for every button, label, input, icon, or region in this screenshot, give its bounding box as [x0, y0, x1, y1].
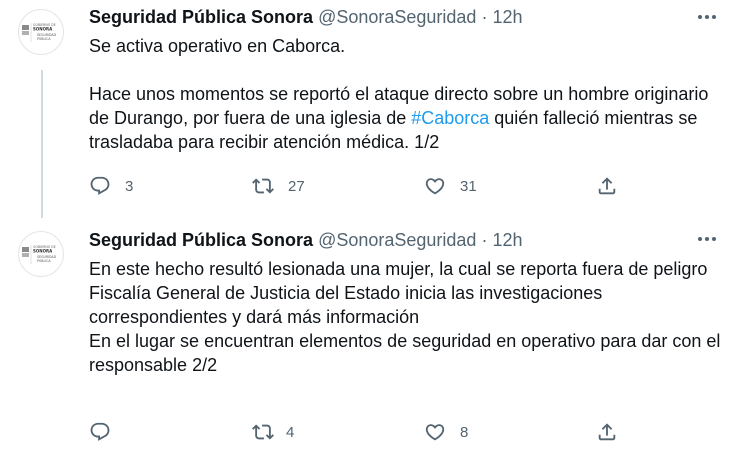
like-count: 31	[460, 177, 477, 195]
user-handle[interactable]: @SonoraSeguridad	[318, 7, 476, 27]
share-icon	[598, 423, 616, 441]
reply-button[interactable]	[89, 420, 125, 444]
avatar[interactable]: GOBIERNO DE SONORA SEGURIDAD PÚBLICA	[18, 9, 64, 55]
tweet-header: Seguridad Pública Sonora @SonoraSegurida…	[89, 229, 523, 251]
avatar-text: PÚBLICA	[37, 36, 51, 41]
heart-icon	[425, 178, 445, 195]
display-name[interactable]: Seguridad Pública Sonora	[89, 230, 313, 250]
retweet-icon	[252, 178, 274, 194]
tweet-text: En este hecho resultó lesionada una muje…	[89, 259, 721, 375]
reply-icon	[90, 422, 110, 441]
timestamp[interactable]: 12h	[492, 230, 522, 250]
tweet[interactable]: GOBIERNO DE SONORA SEGURIDAD PÚBLICA Seg…	[0, 222, 737, 451]
display-name[interactable]: Seguridad Pública Sonora	[89, 7, 313, 27]
reply-icon	[90, 176, 110, 195]
retweet-count: 27	[288, 177, 305, 195]
avatar-text: SONORA	[33, 249, 53, 254]
tweet-text: Se activa operativo en Caborca. Hace uno…	[89, 34, 729, 154]
separator: ·	[481, 230, 488, 250]
separator: ·	[481, 7, 488, 27]
more-icon[interactable]	[695, 6, 719, 28]
reply-button[interactable]: 3	[89, 174, 133, 198]
user-handle[interactable]: @SonoraSeguridad	[318, 230, 476, 250]
tweet-actions: 4 8	[89, 420, 649, 444]
tweet-header: Seguridad Pública Sonora @SonoraSegurida…	[89, 6, 523, 28]
like-count: 8	[460, 423, 469, 441]
avatar-text: PÚBLICA	[37, 258, 51, 263]
reply-count: 3	[125, 177, 134, 195]
retweet-count: 4	[286, 423, 295, 441]
tweet[interactable]: GOBIERNO DE SONORA SEGURIDAD PÚBLICA Seg…	[0, 0, 737, 222]
avatar-text: SONORA	[33, 27, 53, 32]
more-icon[interactable]	[695, 228, 719, 250]
share-button[interactable]	[596, 174, 618, 198]
tweet-actions: 3 27 31	[89, 174, 649, 198]
like-button[interactable]: 31	[424, 174, 477, 198]
retweet-button[interactable]: 4	[252, 420, 294, 444]
heart-icon	[425, 424, 445, 441]
share-button[interactable]	[596, 420, 618, 444]
retweet-icon	[252, 424, 274, 440]
retweet-button[interactable]: 27	[252, 174, 305, 198]
like-button[interactable]: 8	[424, 420, 468, 444]
hashtag-link[interactable]: #Caborca	[411, 108, 489, 128]
share-icon	[598, 177, 616, 195]
thread-line	[41, 70, 43, 218]
timestamp[interactable]: 12h	[492, 7, 522, 27]
avatar[interactable]: GOBIERNO DE SONORA SEGURIDAD PÚBLICA	[18, 231, 64, 277]
